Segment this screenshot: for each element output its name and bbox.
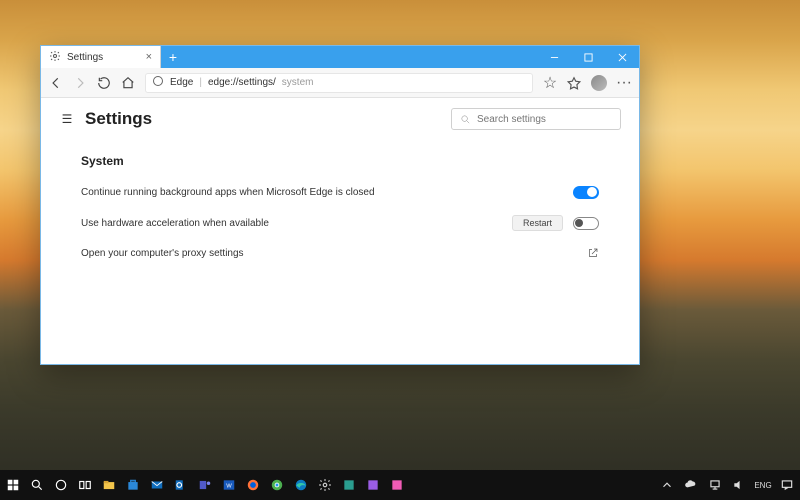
setting-label-hw-accel: Use hardware acceleration when available xyxy=(81,218,269,229)
taskbar-app-firefox[interactable] xyxy=(244,476,262,494)
setting-row-background-apps: Continue running background apps when Mi… xyxy=(81,178,599,207)
taskbar-app-chrome[interactable] xyxy=(268,476,286,494)
browser-tab[interactable]: Settings × xyxy=(41,46,161,68)
taskbar-app-teams[interactable] xyxy=(196,476,214,494)
taskbar-app-mail[interactable] xyxy=(148,476,166,494)
taskbar-app-generic-2[interactable] xyxy=(364,476,382,494)
more-menu-icon[interactable]: ··· xyxy=(617,76,631,90)
address-prefix: Edge xyxy=(170,77,193,88)
maximize-button[interactable] xyxy=(571,46,605,68)
read-aloud-icon[interactable]: ☆ xyxy=(543,76,557,90)
address-bar[interactable]: Edge | edge://settings/system xyxy=(145,73,533,93)
window-controls xyxy=(537,46,639,68)
tray-action-center-icon[interactable] xyxy=(778,476,796,494)
tray-onedrive-icon[interactable] xyxy=(682,476,700,494)
back-button[interactable] xyxy=(49,76,63,90)
taskbar-app-settings[interactable] xyxy=(316,476,334,494)
site-identity-icon xyxy=(152,75,164,90)
section-title-system: System xyxy=(81,154,599,168)
taskbar-app-generic-3[interactable] xyxy=(388,476,406,494)
gear-icon xyxy=(49,50,61,65)
taskbar-app-store[interactable] xyxy=(124,476,142,494)
settings-search[interactable] xyxy=(451,108,621,130)
taskbar-app-edge[interactable] xyxy=(292,476,310,494)
close-window-button[interactable] xyxy=(605,46,639,68)
browser-toolbar: Edge | edge://settings/system xyxy=(41,68,639,98)
taskbar-app-word[interactable]: W xyxy=(220,476,238,494)
profile-avatar[interactable] xyxy=(591,75,607,91)
titlebar: Settings × + xyxy=(41,46,639,68)
minimize-button[interactable] xyxy=(537,46,571,68)
home-button[interactable] xyxy=(121,76,135,90)
tab-title: Settings xyxy=(67,52,103,63)
search-button[interactable] xyxy=(28,476,46,494)
cortana-icon[interactable] xyxy=(52,476,70,494)
task-view-icon[interactable] xyxy=(76,476,94,494)
search-icon xyxy=(460,114,471,125)
menu-toggle-icon[interactable]: ☰ xyxy=(59,112,75,126)
tray-language-icon[interactable]: ENG xyxy=(754,476,772,494)
tab-close-icon[interactable]: × xyxy=(146,51,152,63)
page-content: ☰ Settings System Continue running backg… xyxy=(41,98,639,364)
address-path: system xyxy=(282,77,314,88)
taskbar-app-outlook[interactable] xyxy=(172,476,190,494)
favorites-icon[interactable] xyxy=(567,76,581,90)
settings-search-input[interactable] xyxy=(477,114,612,125)
taskbar-app-explorer[interactable] xyxy=(100,476,118,494)
external-link-icon xyxy=(587,247,599,259)
address-host: edge://settings/ xyxy=(208,77,276,88)
taskbar: W ENG xyxy=(0,470,800,500)
setting-row-proxy[interactable]: Open your computer's proxy settings xyxy=(81,239,599,267)
toggle-background-apps[interactable] xyxy=(573,186,599,199)
tray-volume-icon[interactable] xyxy=(730,476,748,494)
forward-button[interactable] xyxy=(73,76,87,90)
setting-row-hw-accel: Use hardware acceleration when available… xyxy=(81,207,599,239)
tray-chevron-up-icon[interactable] xyxy=(658,476,676,494)
svg-text:W: W xyxy=(226,483,232,489)
page-title: Settings xyxy=(85,109,152,129)
edge-window: Settings × + Edge | edge://settings/syst… xyxy=(40,45,640,365)
setting-label-proxy: Open your computer's proxy settings xyxy=(81,248,244,259)
desktop-wallpaper: Settings × + Edge | edge://settings/syst… xyxy=(0,0,800,500)
start-button[interactable] xyxy=(4,476,22,494)
restart-button[interactable]: Restart xyxy=(512,215,563,231)
taskbar-app-generic-1[interactable] xyxy=(340,476,358,494)
toggle-hw-accel[interactable] xyxy=(573,217,599,230)
setting-label-background-apps: Continue running background apps when Mi… xyxy=(81,187,375,198)
refresh-button[interactable] xyxy=(97,76,111,90)
new-tab-button[interactable]: + xyxy=(161,46,185,68)
tray-network-icon[interactable] xyxy=(706,476,724,494)
